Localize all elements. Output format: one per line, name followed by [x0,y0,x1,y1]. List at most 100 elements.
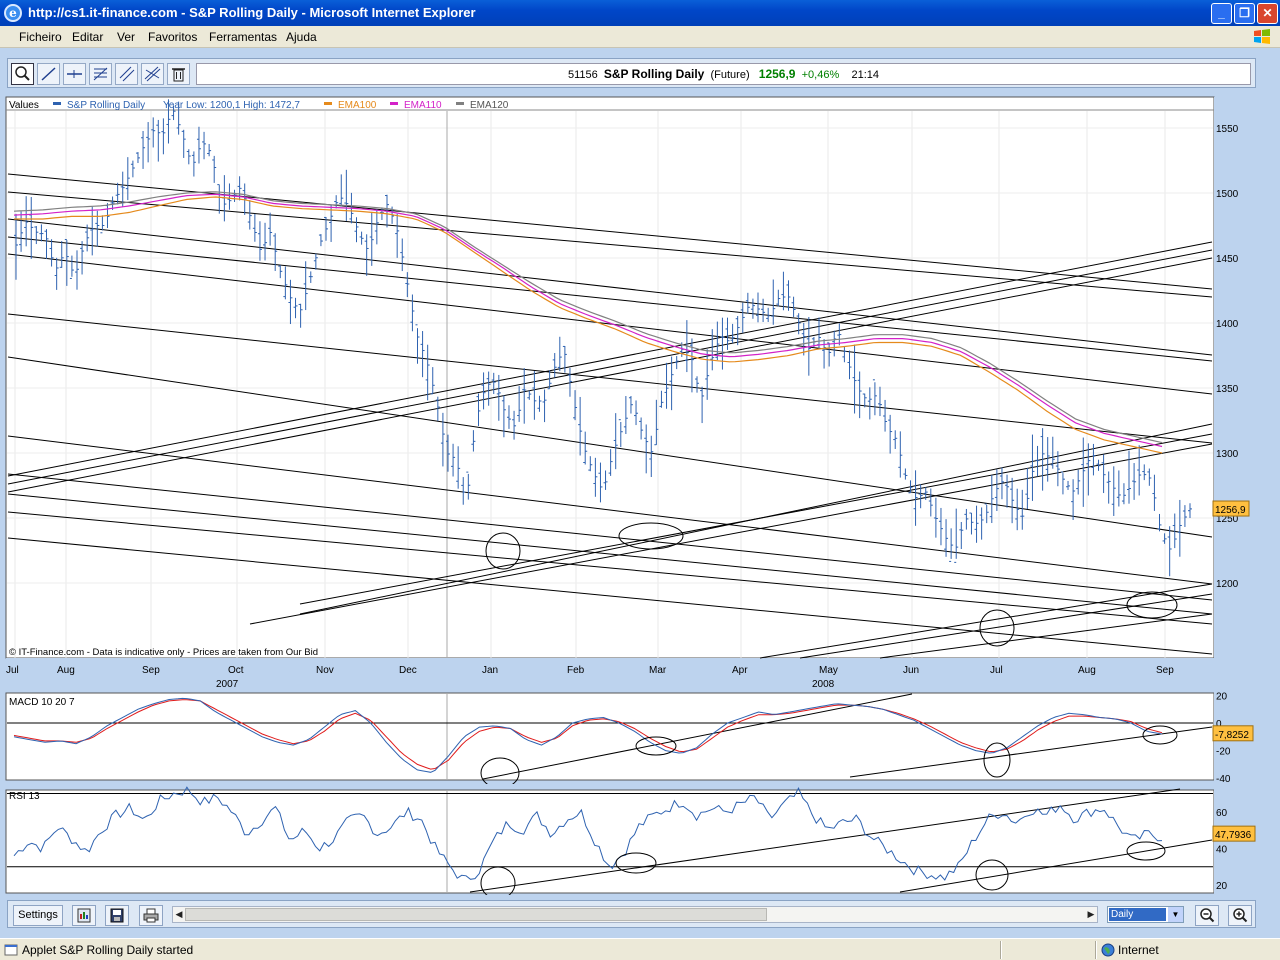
macd-y-tick-label: -40 [1216,774,1231,784]
trendline-tool-icon[interactable] [37,63,60,85]
status-separator [1095,941,1097,959]
x-month-label: Apr [732,665,748,676]
window-title: http://cs1.it-finance.com - S&P Rolling … [28,5,476,20]
menu-ajuda[interactable]: Ajuda [286,30,317,44]
rsi-y-tick-label: 60 [1216,808,1228,819]
internet-zone-globe-icon [1101,943,1115,957]
price-chart[interactable]: 12001250130013501400145015001550Values S&… [0,94,1280,694]
period-select[interactable]: Daily ▼ [1107,906,1184,923]
rsi-y-tick-label: 40 [1216,844,1228,855]
y-tick-label: 1550 [1216,124,1239,135]
macd-y-tick-label: -20 [1216,747,1231,758]
horizontal-line-tool-icon[interactable] [63,63,86,85]
instrument-info-box: 51156 S&P Rolling Daily (Future) 1256,9 … [196,63,1251,85]
save-icon[interactable] [105,905,129,926]
x-month-label: Sep [142,665,160,676]
x-month-label: Sep [1156,665,1174,676]
macd-value-badge-text: -7,8252 [1215,730,1249,741]
rsi-y-tick-label: 20 [1216,881,1228,892]
last-price-badge-text: 1256,9 [1215,505,1246,516]
internet-explorer-icon: e [4,4,22,22]
instrument-code: 51156 [567,69,598,81]
status-bar: Applet S&P Rolling Daily started Interne… [0,938,1280,960]
legend-ema100-label: EMA100 [338,100,377,111]
print-icon[interactable] [139,905,163,926]
x-month-label: Jul [990,665,1003,676]
menu-bar: Ficheiro Editar Ver Favoritos Ferramenta… [0,26,1280,48]
macd-frame [5,692,1215,781]
y-tick-label: 1450 [1216,254,1239,265]
close-button[interactable]: ✕ [1257,3,1278,24]
y-tick-label: 1200 [1216,579,1239,590]
menu-editar[interactable]: Editar [72,30,103,44]
legend-year-range: Year Low: 1200,1 High: 1472,7 [163,100,300,111]
x-month-label: Jul [6,665,19,676]
chart-properties-icon[interactable] [72,905,96,926]
instrument-price: 1256,9 [758,67,796,81]
y-axis-strip [1214,97,1259,658]
settings-button[interactable]: Settings [13,905,63,926]
minimize-button[interactable]: _ [1211,3,1232,24]
legend-ema120-label: EMA120 [470,100,509,111]
y-tick-label: 1350 [1216,384,1239,395]
legend-price-label: S&P Rolling Daily [67,100,145,111]
zoom-out-icon[interactable] [1195,905,1219,926]
channel-tool-icon[interactable] [115,63,138,85]
x-month-label: Nov [316,665,334,676]
scroll-left-icon[interactable]: ◀ [173,907,185,922]
x-axis-strip [6,658,1259,692]
x-month-label: Dec [399,665,417,676]
chevron-down-icon[interactable]: ▼ [1168,907,1183,922]
scroll-right-icon[interactable]: ▶ [1085,907,1097,922]
instrument-change: +0,46% [801,69,840,81]
internet-zone-label: Internet [1118,943,1159,957]
menu-favoritos[interactable]: Favoritos [148,30,197,44]
status-separator [1000,941,1002,959]
x-month-label: Mar [649,665,667,676]
scrollbar-thumb[interactable] [185,908,767,921]
delete-tool-icon[interactable] [167,63,190,85]
legend-ema110-label: EMA110 [404,100,442,111]
fibonacci-tool-icon[interactable] [89,63,112,85]
rsi-chart[interactable]: 60 40 20 RSI 13 47,7936 [0,785,1280,895]
restore-button[interactable]: ❐ [1234,3,1255,24]
window-titlebar: e http://cs1.it-finance.com - S&P Rollin… [0,0,1280,26]
x-month-label: Oct [228,665,244,676]
y-tick-label: 1300 [1216,449,1239,460]
macd-y-tick-label: 20 [1216,691,1228,702]
legend-values-label: Values [9,100,39,111]
parallel-lines-tool-icon[interactable] [141,63,164,85]
price-chart-frame [5,96,1215,659]
zoom-in-icon[interactable] [1228,905,1252,926]
chart-toolbar: 51156 S&P Rolling Daily (Future) 1256,9 … [7,58,1256,88]
instrument-time: 21:14 [851,69,879,81]
menu-ferramentas[interactable]: Ferramentas [209,30,277,44]
y-tick-label: 1500 [1216,189,1239,200]
y-tick-label: 1400 [1216,319,1239,330]
applet-status-icon [4,944,18,956]
macd-chart[interactable]: 200-20-40MACD 10 20 7-7,8252 [0,689,1280,784]
chart-bottom-bar: Settings ◀ ▶ Daily ▼ [7,900,1256,928]
status-text: Applet S&P Rolling Daily started [22,943,194,957]
chart-applet: 51156 S&P Rolling Daily (Future) 1256,9 … [0,48,1280,938]
x-month-label: May [819,665,838,676]
x-month-label: Jan [482,665,498,676]
data-disclaimer-note: © IT-Finance.com - Data is indicative on… [9,647,318,658]
period-select-value: Daily [1109,908,1166,921]
zoom-tool-icon[interactable] [11,63,34,85]
x-month-label: Aug [57,665,75,676]
macd-label: MACD 10 20 7 [9,697,75,708]
x-month-label: Aug [1078,665,1096,676]
windows-logo-icon [1254,29,1270,44]
instrument-name: S&P Rolling Daily [603,67,705,81]
legend-swatch-ema120 [456,102,464,105]
menu-ficheiro[interactable]: Ficheiro [19,30,62,44]
rsi-frame [5,789,1215,894]
rsi-label: RSI 13 [9,791,40,802]
rsi-value-badge-text: 47,7936 [1215,830,1252,841]
menu-ver[interactable]: Ver [117,30,135,44]
legend-swatch-ema110 [390,102,398,105]
horizontal-scrollbar[interactable]: ◀ ▶ [172,906,1098,923]
legend-swatch-price [53,102,61,105]
instrument-type: (Future) [710,69,750,81]
